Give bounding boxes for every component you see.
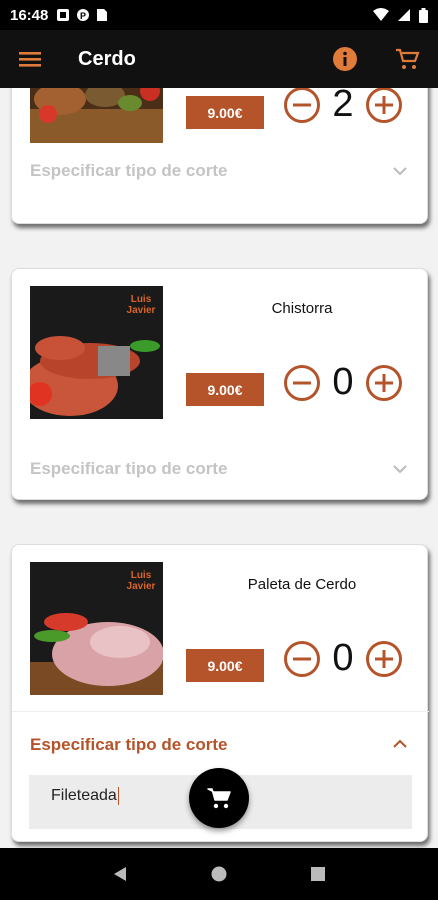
app-notification-icon: P (77, 9, 90, 21)
cut-label: Especificar tipo de corte (30, 459, 228, 478)
quantity-stepper: 2 (283, 88, 403, 126)
quantity-stepper: 0 (283, 637, 403, 680)
plus-icon[interactable] (365, 640, 403, 678)
chevron-down-icon (393, 465, 407, 474)
wifi-icon (373, 8, 389, 21)
quantity-value: 0 (332, 361, 354, 403)
product-image: Luis Javier (30, 562, 163, 695)
price-badge: 9.00€ (186, 96, 264, 129)
divider (12, 711, 429, 712)
cart-icon[interactable] (394, 46, 420, 72)
product-card: Luis Javier Chistorra 9.00€ 0 Especifica… (11, 268, 428, 500)
status-notification-icons: P (56, 8, 108, 22)
battery-icon (419, 7, 428, 23)
product-card: 9.00€ 2 Especificar tipo de corte (11, 88, 428, 224)
signal-icon (398, 9, 410, 21)
plus-icon[interactable] (365, 364, 403, 402)
text-cursor (117, 787, 119, 805)
cart-icon (207, 788, 231, 809)
quantity-stepper: 0 (283, 361, 403, 404)
minus-icon[interactable] (283, 640, 321, 678)
chevron-down-icon (393, 167, 407, 176)
chevron-up-icon (393, 739, 407, 748)
price-badge: 9.00€ (186, 373, 264, 406)
app-bar: Cerdo (0, 30, 438, 88)
cut-label: Especificar tipo de corte (30, 161, 228, 180)
svg-text:P: P (80, 11, 86, 21)
cut-type-value: Fileteada (51, 787, 117, 805)
page-title: Cerdo (78, 47, 136, 70)
home-icon[interactable] (210, 865, 228, 883)
product-name: Paleta de Cerdo (247, 576, 357, 593)
image-brand-text: Luis Javier (126, 570, 156, 592)
minus-icon[interactable] (283, 88, 321, 124)
cut-label: Especificar tipo de corte (30, 735, 228, 754)
status-bar: 16:48 P (0, 0, 438, 30)
status-time: 16:48 (10, 6, 49, 24)
minus-icon[interactable] (283, 364, 321, 402)
product-name: Chistorra (271, 300, 333, 317)
product-list[interactable]: 9.00€ 2 Especificar tipo de corte Luis J… (0, 88, 438, 848)
info-icon[interactable] (332, 46, 358, 72)
quantity-value: 0 (332, 637, 354, 679)
plus-icon[interactable] (365, 88, 403, 124)
sim-icon (97, 9, 108, 21)
back-icon[interactable] (111, 865, 129, 883)
product-image (30, 88, 163, 143)
cart-fab-button[interactable] (189, 768, 249, 828)
menu-icon[interactable] (18, 49, 42, 69)
price-badge: 9.00€ (186, 649, 264, 682)
image-brand-text: Luis Javier (126, 294, 156, 316)
quantity-value: 2 (332, 88, 354, 125)
recents-icon[interactable] (309, 865, 327, 883)
notification-icon (57, 9, 70, 21)
system-nav-bar (0, 848, 438, 900)
product-image: Luis Javier (30, 286, 163, 419)
